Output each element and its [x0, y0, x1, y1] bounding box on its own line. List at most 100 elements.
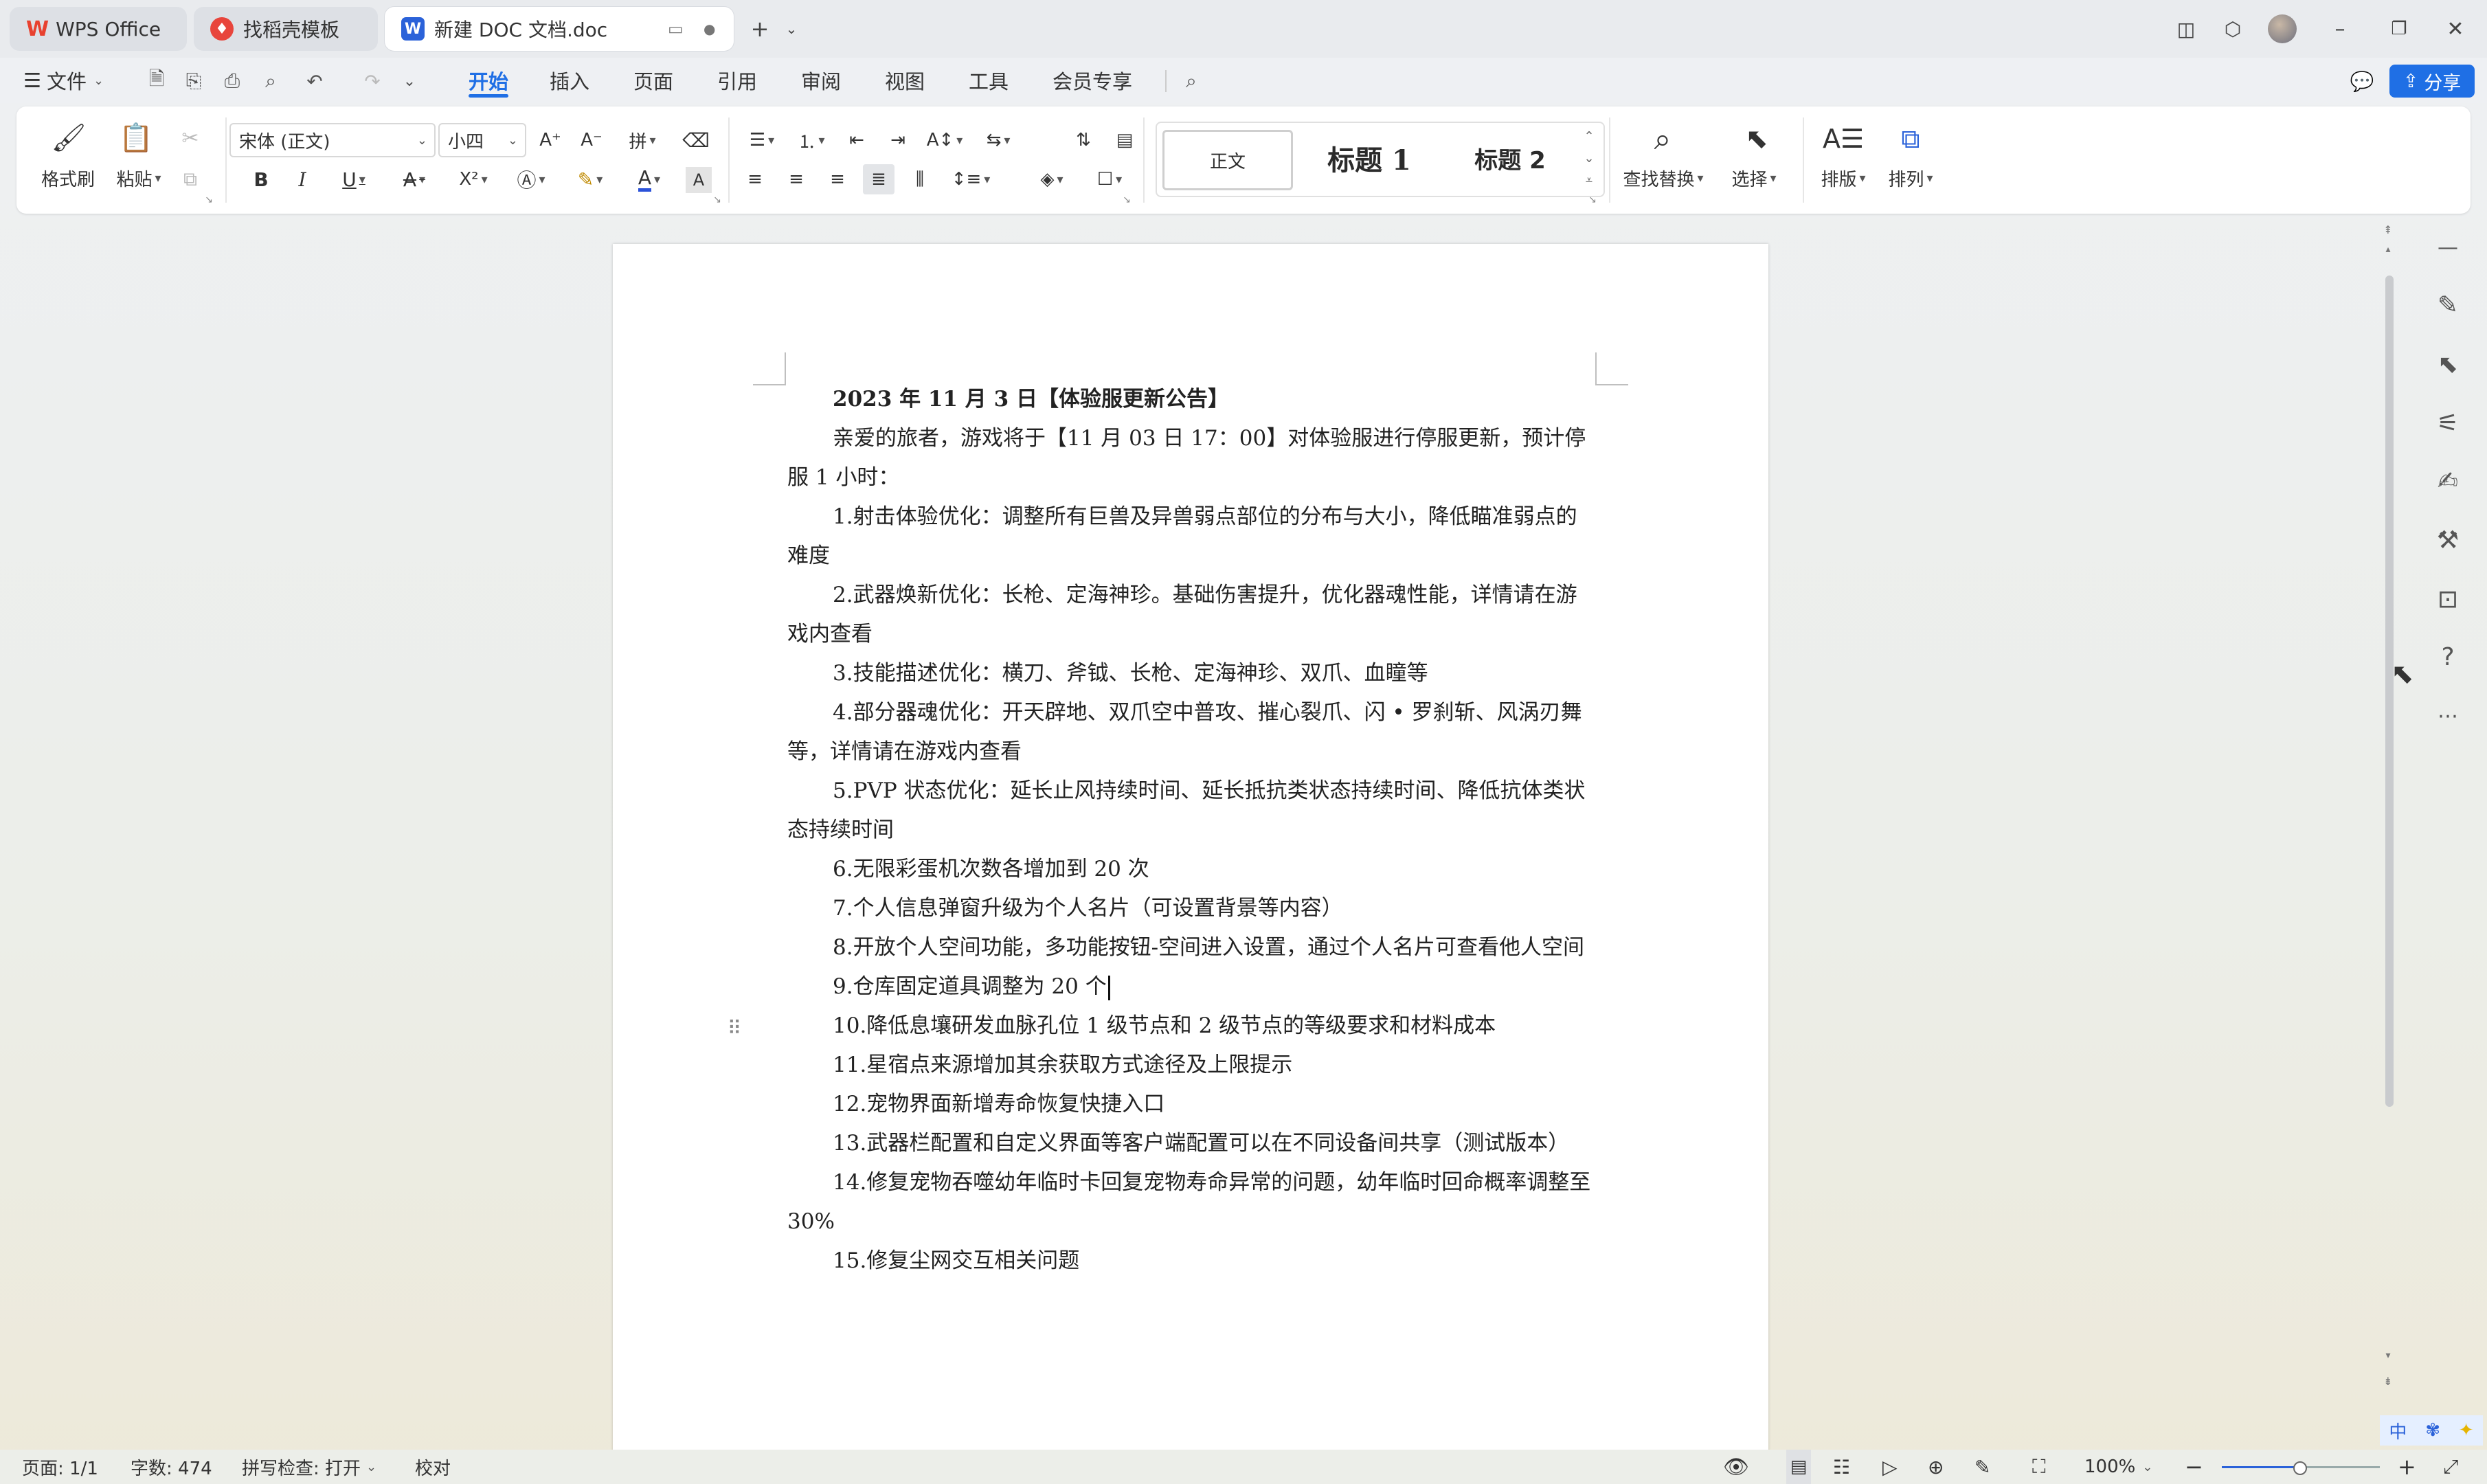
style-normal[interactable]: 正文: [1162, 130, 1293, 190]
book-search-icon[interactable]: ⊡: [2424, 575, 2472, 623]
print-icon[interactable]: ⎙: [217, 66, 247, 96]
fit-page-icon[interactable]: ⛶: [2032, 1450, 2046, 1484]
more-quick-access-icon[interactable]: ⌄: [394, 66, 425, 96]
increase-font-icon[interactable]: A⁺: [534, 124, 566, 156]
cut-icon[interactable]: ✂: [173, 123, 207, 153]
styles-expand-icon[interactable]: ↘: [1586, 193, 1599, 207]
menu-item-view[interactable]: 视图: [885, 58, 925, 103]
search-icon[interactable]: ⌕: [1176, 66, 1206, 96]
proofread-button[interactable]: 校对: [415, 1450, 451, 1484]
spellcheck-toggle[interactable]: 拼写检查: 打开 ⌄: [242, 1450, 376, 1484]
save-icon[interactable]: 🗎: [142, 66, 172, 96]
underline-icon[interactable]: U ▾: [330, 164, 378, 194]
minimize-icon[interactable]: –: [2322, 11, 2358, 47]
vertical-scrollbar[interactable]: ⇞ ▴ ▾ ⇟: [2380, 223, 2396, 1412]
paragraph-expand-icon[interactable]: ↘: [1120, 193, 1134, 207]
new-tab-button[interactable]: +: [742, 11, 778, 47]
page-indicator[interactable]: 页面: 1/1: [22, 1450, 98, 1484]
print-preview-icon[interactable]: ⌕: [256, 66, 286, 96]
collapse-sidebar-icon[interactable]: —: [2424, 223, 2472, 271]
numbered-list-icon[interactable]: ⒈ ▾: [789, 124, 834, 156]
font-size-select[interactable]: 小四 ⌄: [438, 123, 526, 157]
share-button[interactable]: ⇪ 分享: [2389, 65, 2475, 98]
bullet-list-icon[interactable]: ☰ ▾: [739, 124, 785, 156]
scroll-down-icon[interactable]: ▾: [2380, 1350, 2396, 1364]
paste-icon[interactable]: 📋: [115, 120, 157, 155]
cursor-select-icon[interactable]: ⬉: [2424, 340, 2472, 388]
zoom-slider[interactable]: [2222, 1450, 2380, 1484]
ime-indicator[interactable]: 中 ✾ ✦: [2380, 1415, 2483, 1446]
style-heading-1[interactable]: 标题 1: [1297, 130, 1441, 186]
shading-icon[interactable]: ◈ ▾: [1028, 164, 1076, 194]
cube-icon[interactable]: ⬡: [2215, 11, 2251, 47]
more-icon[interactable]: ⋯: [2424, 692, 2472, 740]
style-heading-2[interactable]: 标题 2: [1441, 130, 1579, 186]
decrease-font-icon[interactable]: A⁻: [576, 124, 607, 156]
bold-icon[interactable]: B: [246, 164, 276, 194]
tab-docer-templates[interactable]: ♦ 找稻壳模板: [194, 7, 378, 51]
text-direction-icon[interactable]: A↕ ▾: [922, 124, 967, 156]
word-count[interactable]: 字数: 474: [131, 1450, 212, 1484]
text-effect-icon[interactable]: Ⓐ ▾: [507, 164, 555, 194]
scroll-up-icon[interactable]: ▴: [2380, 244, 2396, 258]
zoom-slider-handle[interactable]: [2293, 1461, 2307, 1475]
scroll-top-icon[interactable]: ⇞: [2380, 223, 2396, 240]
adjust-sliders-icon[interactable]: ⚟: [2424, 399, 2472, 447]
phonetic-guide-icon[interactable]: 拼 ▾: [618, 124, 666, 156]
format-painter-icon[interactable]: 🖌: [48, 120, 89, 155]
signature-icon[interactable]: ✍: [2424, 457, 2472, 505]
undo-icon[interactable]: ↶: [300, 66, 330, 96]
find-replace-icon[interactable]: ⌕: [1621, 120, 1704, 157]
fullscreen-icon[interactable]: ⤢: [2443, 1450, 2458, 1484]
file-menu[interactable]: ☰ 文件 ⌄: [23, 58, 104, 103]
styles-scroll-down-icon[interactable]: ⌄: [1579, 148, 1599, 168]
arrange-button[interactable]: 排列 ▾: [1873, 164, 1948, 192]
select-cursor-icon[interactable]: ⬉: [1726, 120, 1788, 157]
arrange-icon[interactable]: ⧉: [1880, 120, 1942, 157]
find-replace-button[interactable]: 查找替换 ▾: [1612, 164, 1715, 192]
select-button[interactable]: 选择 ▾: [1716, 164, 1792, 192]
justify-icon[interactable]: ≣: [863, 164, 894, 194]
styles-more-icon[interactable]: ⩡: [1579, 170, 1599, 190]
line-spacing-icon[interactable]: ↕≡ ▾: [947, 164, 995, 194]
close-icon[interactable]: ✕: [2438, 11, 2473, 47]
format-painter-button[interactable]: 格式刷: [37, 164, 99, 192]
tools-icon[interactable]: ⚒: [2424, 516, 2472, 564]
document-page[interactable]: 2023 年 11 月 3 日【体验服更新公告】 亲爱的旅者，游戏将于【11 月…: [613, 244, 1768, 1484]
help-icon[interactable]: ?: [2424, 633, 2472, 681]
font-color-icon[interactable]: A ▾: [625, 164, 673, 194]
scroll-prev-page-icon[interactable]: ⇟: [2380, 1375, 2396, 1391]
border-icon[interactable]: ☐ ▾: [1085, 164, 1134, 194]
document-body[interactable]: 2023 年 11 月 3 日【体验服更新公告】 亲爱的旅者，游戏将于【11 月…: [787, 380, 1595, 1281]
reading-mode-icon[interactable]: ◫: [2168, 11, 2204, 47]
menu-item-member[interactable]: 会员专享: [1053, 58, 1132, 103]
avatar[interactable]: [2264, 11, 2300, 47]
scrollbar-thumb[interactable]: [2385, 276, 2394, 1107]
italic-icon[interactable]: I: [287, 164, 317, 194]
drag-handle-icon[interactable]: ⠿: [724, 1014, 745, 1042]
write-mode-icon[interactable]: ✎: [1974, 1450, 1990, 1484]
menu-item-start[interactable]: 开始: [469, 58, 509, 103]
tab-wps-office[interactable]: W WPS Office: [10, 7, 187, 51]
zoom-in-icon[interactable]: +: [2398, 1450, 2416, 1484]
font-name-select[interactable]: 宋体 (正文) ⌄: [229, 123, 436, 157]
pen-icon[interactable]: ✎: [2424, 281, 2472, 329]
align-left-icon[interactable]: ≡: [739, 164, 771, 194]
clear-format-icon[interactable]: ⌫: [680, 124, 712, 156]
zoom-out-icon[interactable]: −: [2185, 1450, 2203, 1484]
clipboard-expand-icon[interactable]: ↘: [202, 193, 216, 207]
font-expand-icon[interactable]: ↘: [710, 193, 724, 207]
restore-icon[interactable]: ❐: [2381, 11, 2417, 47]
menu-item-tools[interactable]: 工具: [969, 58, 1009, 103]
increase-indent-icon[interactable]: ⇥: [882, 124, 914, 156]
page-view-icon[interactable]: ▤: [1786, 1450, 1811, 1484]
strikethrough-icon[interactable]: A ▾: [390, 164, 438, 194]
paste-button[interactable]: 粘贴 ▾: [104, 164, 173, 192]
show-marks-icon[interactable]: ▤: [1109, 124, 1140, 156]
eye-protection-icon[interactable]: 👁: [1723, 1450, 1749, 1484]
export-icon[interactable]: ⎘: [179, 66, 209, 96]
distributed-align-icon[interactable]: ⫼: [904, 164, 936, 194]
align-right-icon[interactable]: ≡: [822, 164, 853, 194]
menu-item-references[interactable]: 引用: [717, 58, 757, 103]
play-icon[interactable]: ▷: [1882, 1450, 1898, 1484]
